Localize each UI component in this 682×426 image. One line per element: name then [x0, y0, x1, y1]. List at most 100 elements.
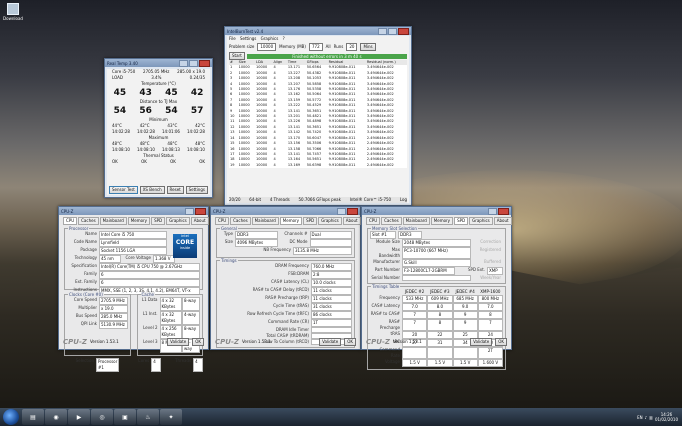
- core-voltage-value: 1.368 V: [153, 255, 175, 263]
- field-value: 10.0 clocks: [311, 279, 352, 287]
- close-button[interactable]: [347, 207, 358, 215]
- log-button[interactable]: Log: [400, 197, 407, 203]
- minimize-button[interactable]: [378, 27, 387, 35]
- menu-settings[interactable]: Settings: [240, 36, 256, 41]
- tab-graphics[interactable]: Graphics: [469, 217, 493, 225]
- minimize-button[interactable]: [337, 207, 346, 215]
- tab-mainboard[interactable]: Mainboard: [99, 217, 127, 225]
- ok-button[interactable]: OK: [344, 338, 356, 346]
- table-row[interactable]: 3 10000 10000 4 13.208 50.1053 9.910808e-011 3.…: [229, 76, 407, 81]
- browser-taskbar-icon[interactable]: ◉: [45, 409, 67, 425]
- window-title: Real Temp 3.40: [107, 60, 138, 66]
- tab-about[interactable]: About: [493, 217, 512, 225]
- tab-spd[interactable]: SPD: [454, 217, 469, 225]
- tab-caches[interactable]: Caches: [381, 217, 402, 225]
- field-label: Command Rate (CR): [268, 319, 309, 324]
- start-button[interactable]: Start: [229, 52, 245, 60]
- memory-input[interactable]: 772: [308, 43, 323, 51]
- tab-spd[interactable]: SPD: [303, 217, 318, 225]
- minimize-button[interactable]: [185, 207, 194, 215]
- media-taskbar-icon[interactable]: ▶: [68, 409, 90, 425]
- minimize-button[interactable]: [488, 207, 497, 215]
- title-bar[interactable]: CPU-Z: [211, 207, 360, 215]
- table-row[interactable]: 8 10000 10000 4 13.222 50.4529 9.910808e-011 3.…: [229, 103, 407, 108]
- minimize-button[interactable]: [179, 59, 188, 67]
- title-bar[interactable]: Real Temp 3.40: [105, 59, 212, 67]
- close-button[interactable]: [195, 207, 206, 215]
- memory-label: Memory (MB): [279, 44, 306, 49]
- maximize-button[interactable]: [388, 27, 397, 35]
- validate-button[interactable]: Validate: [167, 338, 190, 346]
- tab-mainboard[interactable]: Mainboard: [402, 217, 430, 225]
- cpuz-taskbar-icon[interactable]: ▣: [114, 409, 136, 425]
- close-button[interactable]: [199, 59, 210, 67]
- realtemp-taskbar-icon[interactable]: ♨: [137, 409, 159, 425]
- timings-group: Timings DRAM Frequency 760.0 MHz FSB:DRAM 2…: [216, 258, 355, 348]
- title-bar[interactable]: CPU-Z: [362, 207, 511, 215]
- close-button[interactable]: [498, 207, 509, 215]
- tab-spd[interactable]: SPD: [151, 217, 166, 225]
- max-time: 14:08:10: [112, 147, 130, 152]
- desktop-icon-download[interactable]: Download: [3, 3, 23, 21]
- tab-cpu[interactable]: CPU: [366, 217, 381, 225]
- table-row[interactable]: 13 10000 10000 4 13.142 50.7420 9.910808e-011 3…: [229, 130, 407, 135]
- tab-graphics[interactable]: Graphics: [318, 217, 342, 225]
- reset-button[interactable]: Reset: [166, 186, 184, 194]
- table-cell: 2.494644e-002: [366, 162, 394, 167]
- title-bar[interactable]: IntelBurnTest v2.4: [225, 27, 411, 35]
- validate-button[interactable]: Validate: [470, 338, 493, 346]
- menu-graphics[interactable]: Graphics: [261, 36, 279, 41]
- explorer-taskbar-icon[interactable]: ▤: [22, 409, 44, 425]
- tab-memory[interactable]: Memory: [279, 217, 303, 225]
- tab-about[interactable]: About: [342, 217, 361, 225]
- field-label: Specification: [71, 263, 97, 268]
- language-indicator[interactable]: EN: [637, 415, 643, 420]
- field-label: Voltage: [384, 359, 400, 364]
- validate-button[interactable]: Validate: [319, 338, 342, 346]
- menu-help[interactable]: ?: [283, 36, 285, 41]
- ok-button[interactable]: OK: [495, 338, 507, 346]
- tab-cpu[interactable]: CPU: [215, 217, 230, 225]
- table-row[interactable]: 18 10000 10000 4 13.164 50.5651 9.910808e-011 2…: [229, 157, 407, 162]
- steam-taskbar-icon[interactable]: ◎: [91, 409, 113, 425]
- tab-graphics[interactable]: Graphics: [166, 217, 190, 225]
- start-button[interactable]: [3, 409, 19, 425]
- volume-icon[interactable]: ♪: [645, 415, 648, 420]
- thermal-status: OK: [170, 159, 176, 164]
- core-temp: 45: [113, 88, 127, 98]
- tab-about[interactable]: About: [190, 217, 209, 225]
- network-icon[interactable]: ▥: [649, 415, 653, 420]
- maximize-button[interactable]: [189, 59, 198, 67]
- tab-memory[interactable]: Memory: [430, 217, 454, 225]
- tab-mainboard[interactable]: Mainboard: [251, 217, 279, 225]
- problem-size-select[interactable]: 10000: [257, 43, 277, 51]
- ok-button[interactable]: OK: [192, 338, 204, 346]
- field-value: [402, 275, 471, 281]
- tab-memory[interactable]: Memory: [127, 217, 151, 225]
- clock[interactable]: 14:26 01/02/2010: [655, 412, 678, 422]
- slot-select[interactable]: Slot #1: [370, 231, 396, 239]
- all-checkbox[interactable]: All: [326, 44, 331, 50]
- table-row[interactable]: 15 10000 10000 4 13.156 50.3506 9.910808e-011 2…: [229, 141, 407, 146]
- tab-caches[interactable]: Caches: [78, 217, 99, 225]
- timings-table-group: Timings Table JEDEC #2 JEDEC #3 JEDEC #4…: [367, 284, 506, 370]
- time-unit-select[interactable]: Mins: [360, 43, 376, 51]
- field-label: Week/Year: [480, 275, 501, 280]
- xs-bench-button[interactable]: XS Bench: [139, 186, 165, 194]
- settings-button[interactable]: Settings: [185, 186, 208, 194]
- window-title: IntelBurnTest v2.4: [227, 28, 264, 34]
- field-value: 7: [477, 319, 503, 331]
- intelburn-taskbar-icon[interactable]: ✦: [160, 409, 182, 425]
- runs-input[interactable]: 20: [346, 43, 358, 51]
- processor-select[interactable]: Processor #1: [96, 358, 120, 372]
- field-value: 4 x 256 KBytes: [159, 325, 182, 339]
- field-value: 800 MHz: [477, 295, 503, 303]
- tab-caches[interactable]: Caches: [230, 217, 251, 225]
- title-bar[interactable]: CPU-Z: [59, 207, 208, 215]
- tab-cpu[interactable]: CPU: [63, 217, 78, 225]
- table-row[interactable]: 19 10000 10000 4 13.169 50.6398 9.910808e-011 2…: [229, 163, 407, 168]
- menu-file[interactable]: File: [229, 36, 236, 41]
- close-button[interactable]: [398, 27, 409, 35]
- sensor-test-button[interactable]: Sensor Test: [109, 186, 138, 194]
- core-distance: 54: [113, 106, 127, 116]
